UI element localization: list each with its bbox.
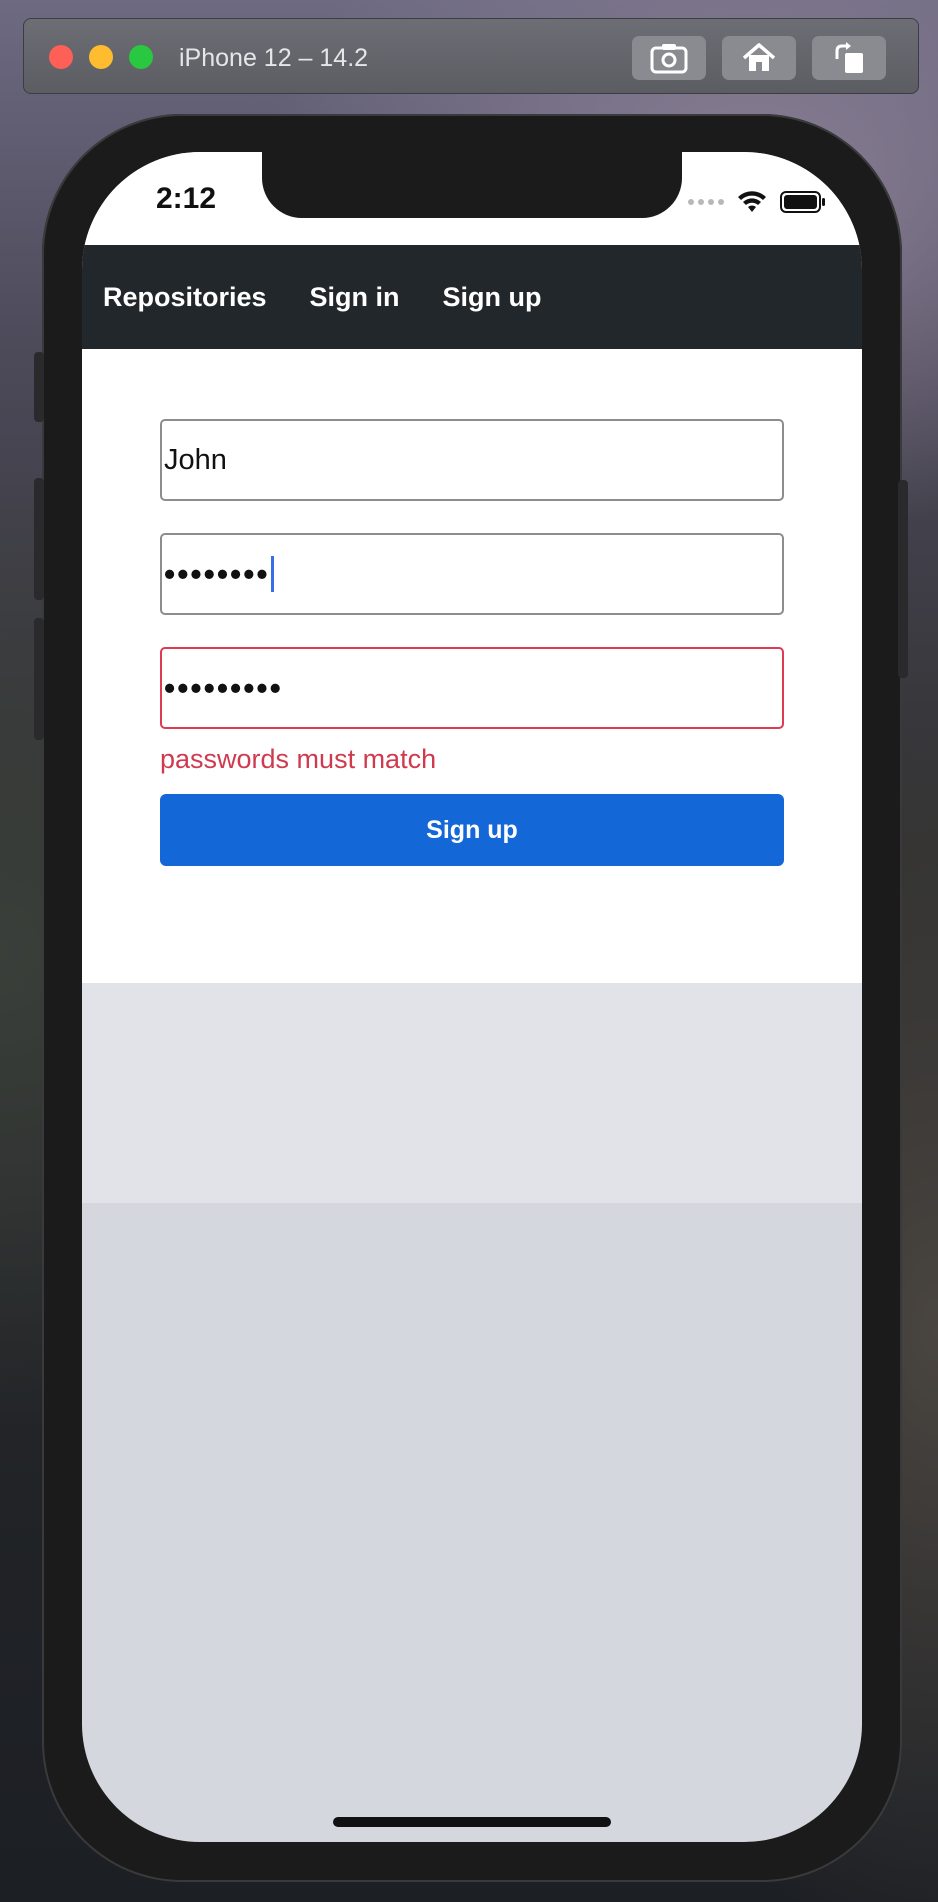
nav-link-sign-in[interactable]: Sign in (310, 245, 400, 349)
wifi-icon (738, 191, 766, 212)
status-time: 2:12 (156, 182, 217, 215)
navbar: Repositories Sign in Sign up (82, 245, 862, 349)
volume-up-button (34, 478, 44, 600)
zoom-window-button[interactable] (129, 45, 153, 69)
battery-icon (780, 191, 825, 213)
confirm-password-value: ••••••••• (164, 669, 283, 706)
keyboard-accessory-area (82, 983, 862, 1203)
signup-form: John •••••••• ••••••••• passwords must m… (82, 349, 862, 983)
status-indicators (688, 190, 826, 214)
home-indicator[interactable] (333, 1817, 611, 1827)
notch (262, 152, 682, 218)
username-input[interactable]: John (160, 419, 784, 501)
screenshot-button[interactable] (632, 36, 706, 80)
password-input[interactable]: •••••••• (160, 533, 784, 615)
text-caret (270, 556, 274, 592)
phone-screen: 2:12 Repositories Sign in Sign up John •… (82, 152, 862, 1842)
username-value: John (164, 443, 227, 476)
sign-up-button[interactable]: Sign up (160, 794, 784, 866)
rotate-button[interactable] (812, 36, 886, 80)
rotate-icon (835, 42, 863, 73)
close-window-button[interactable] (49, 45, 73, 69)
password-mismatch-error: passwords must match (160, 744, 437, 774)
minimize-window-button[interactable] (89, 45, 113, 69)
mute-switch (34, 352, 44, 422)
password-value: •••••••• (164, 555, 270, 592)
power-button (898, 480, 908, 678)
confirm-password-input[interactable]: ••••••••• (160, 647, 784, 729)
volume-down-button (34, 618, 44, 740)
nav-link-repositories[interactable]: Repositories (103, 245, 267, 349)
simulator-title: iPhone 12 – 14.2 (179, 44, 369, 72)
home-icon (742, 43, 776, 71)
nav-link-sign-up[interactable]: Sign up (443, 245, 542, 349)
home-button[interactable] (722, 36, 796, 80)
cellular-signal-icon (688, 199, 724, 205)
screenshot-icon (650, 44, 688, 74)
